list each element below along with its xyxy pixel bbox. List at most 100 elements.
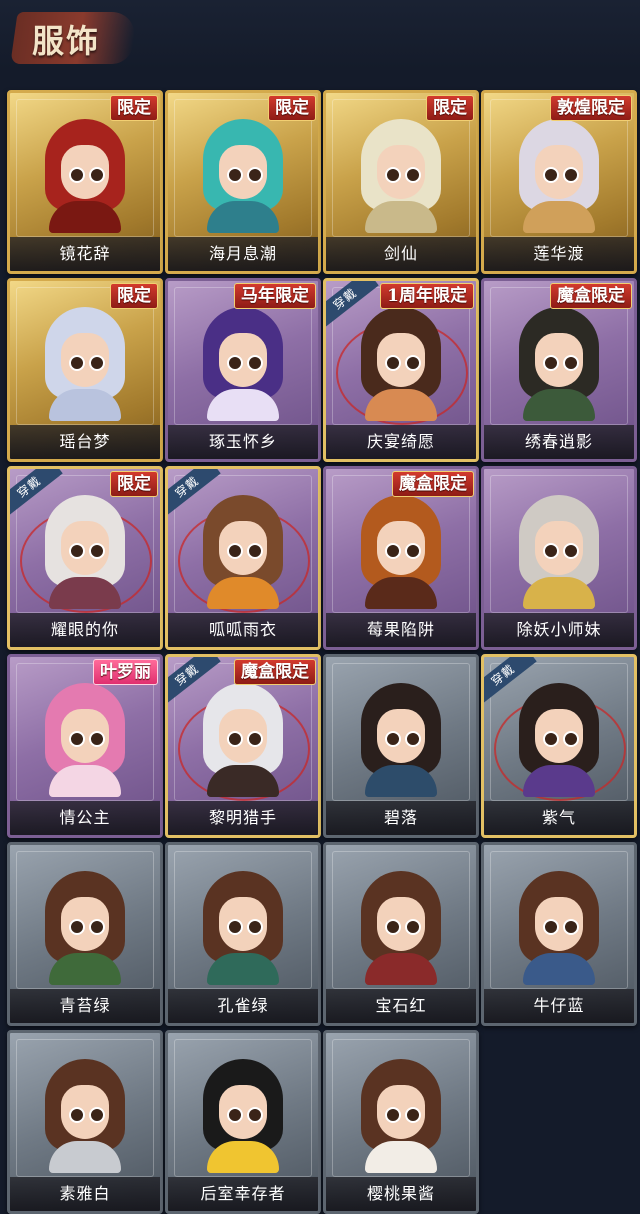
costume-card[interactable]: 魔盒限定 莓果陷阱 [323,466,479,650]
portrait-eye [405,355,421,371]
costume-name: 孔雀绿 [168,989,318,1023]
portrait-eye [563,355,579,371]
portrait-eye [543,543,559,559]
costume-card[interactable]: 穿戴 呱呱雨衣 [165,466,321,650]
costume-name: 樱桃果酱 [326,1177,476,1211]
costume-name: 宝石红 [326,989,476,1023]
costume-name: 瑶台梦 [10,425,160,459]
costume-card[interactable]: 魔盒限定 穿戴 黎明猎手 [165,654,321,838]
character-portrait [357,307,445,421]
costume-name: 牛仔蓝 [484,989,634,1023]
portrait-eye [247,1107,263,1123]
character-portrait [41,119,129,233]
character-portrait [41,495,129,609]
limited-badge: 限定 [110,471,158,497]
limited-badge: 魔盒限定 [392,471,474,497]
costume-name: 耀眼的你 [10,613,160,647]
portrait-eye [247,543,263,559]
costume-card[interactable]: 1周年限定 穿戴 庆宴绮愿 [323,278,479,462]
portrait-eye [69,543,85,559]
portrait-eye [89,1107,105,1123]
limited-badge: 叶罗丽 [93,659,158,685]
costume-card[interactable]: 除妖小师妹 [481,466,637,650]
portrait-eye [69,355,85,371]
costume-name: 碧落 [326,801,476,835]
portrait-eye [69,731,85,747]
costume-card[interactable]: 限定 剑仙 [323,90,479,274]
portrait-eye [227,355,243,371]
character-portrait [41,683,129,797]
costume-name: 青苔绿 [10,989,160,1023]
costume-name: 庆宴绮愿 [326,425,476,459]
costume-name: 后室幸存者 [168,1177,318,1211]
character-portrait [199,495,287,609]
portrait-eye [227,1107,243,1123]
portrait-eye [563,731,579,747]
portrait-eye [385,1107,401,1123]
costume-name: 素雅白 [10,1177,160,1211]
portrait-eye [563,543,579,559]
portrait-eye [89,355,105,371]
costume-card[interactable]: 宝石红 [323,842,479,1026]
character-portrait [199,871,287,985]
costume-card[interactable]: 樱桃果酱 [323,1030,479,1214]
costume-card[interactable]: 限定 镜花辞 [7,90,163,274]
portrait-eye [405,1107,421,1123]
character-portrait [199,119,287,233]
costume-card[interactable]: 牛仔蓝 [481,842,637,1026]
character-portrait [41,1059,129,1173]
costume-card[interactable]: 马年限定 琢玉怀乡 [165,278,321,462]
portrait-eye [227,543,243,559]
portrait-eye [543,355,559,371]
limited-badge: 魔盒限定 [550,283,632,309]
character-portrait [357,119,445,233]
costume-name: 海月息潮 [168,237,318,271]
portrait-eye [89,543,105,559]
costume-card[interactable]: 青苔绿 [7,842,163,1026]
character-portrait [41,871,129,985]
costume-name: 除妖小师妹 [484,613,634,647]
character-portrait [199,307,287,421]
costume-card[interactable]: 素雅白 [7,1030,163,1214]
limited-badge: 限定 [110,283,158,309]
portrait-eye [543,167,559,183]
portrait-eye [385,355,401,371]
portrait-eye [563,919,579,935]
portrait-eye [247,919,263,935]
portrait-eye [69,1107,85,1123]
costume-name: 紫气 [484,801,634,835]
portrait-eye [69,167,85,183]
limited-badge: 马年限定 [234,283,316,309]
costume-card[interactable]: 限定海月息潮 [165,90,321,274]
portrait-eye [247,167,263,183]
costume-card[interactable]: 孔雀绿 [165,842,321,1026]
limited-badge: 限定 [268,95,316,121]
portrait-eye [405,731,421,747]
character-portrait [515,683,603,797]
costume-card[interactable]: 限定瑶台梦 [7,278,163,462]
portrait-eye [543,919,559,935]
costume-card[interactable]: 敦煌限定 莲华渡 [481,90,637,274]
portrait-eye [385,731,401,747]
portrait-eye [227,919,243,935]
costume-card[interactable]: 限定 穿戴 耀眼的你 [7,466,163,650]
costume-card[interactable]: 后室幸存者 [165,1030,321,1214]
limited-badge: 魔盒限定 [234,659,316,685]
portrait-eye [89,167,105,183]
limited-badge: 敦煌限定 [550,95,632,121]
portrait-eye [385,919,401,935]
costume-name: 剑仙 [326,237,476,271]
costume-name: 呱呱雨衣 [168,613,318,647]
costume-card[interactable]: 穿戴 紫气 [481,654,637,838]
costume-name: 绣春逍影 [484,425,634,459]
costume-card[interactable]: 碧落 [323,654,479,838]
portrait-eye [69,919,85,935]
portrait-eye [563,167,579,183]
character-portrait [357,495,445,609]
costume-card[interactable]: 叶罗丽 情公主 [7,654,163,838]
character-portrait [515,307,603,421]
costume-card[interactable]: 魔盒限定绣春逍影 [481,278,637,462]
costume-name: 镜花辞 [10,237,160,271]
portrait-eye [227,731,243,747]
portrait-eye [89,731,105,747]
